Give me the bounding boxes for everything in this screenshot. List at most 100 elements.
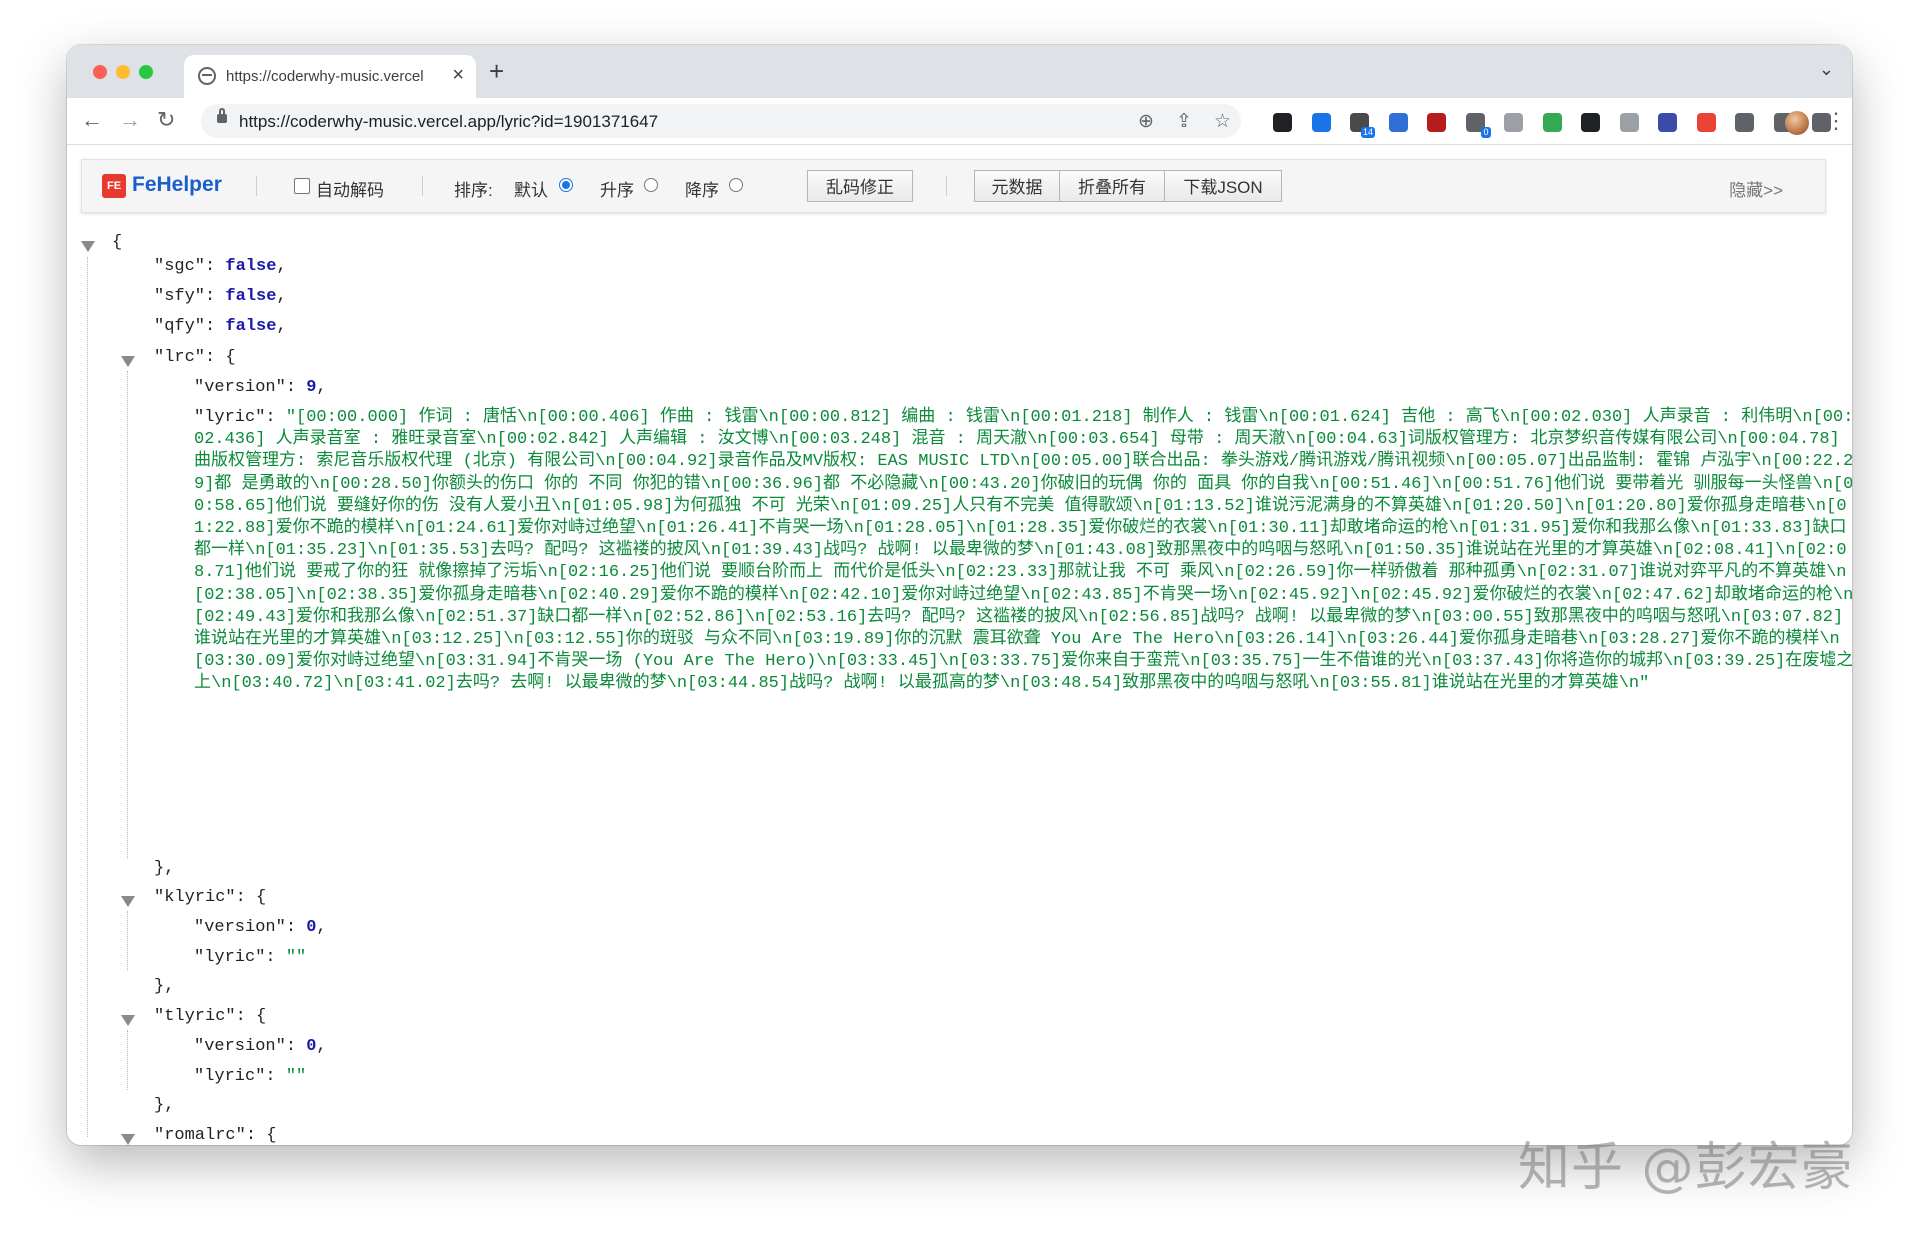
json-open-brace: {	[112, 233, 123, 252]
tab-strip: https://coderwhy-music.vercel × + ⌄	[67, 45, 1852, 98]
divider	[422, 176, 423, 196]
ext-12-icon[interactable]	[1696, 113, 1716, 132]
collapse-toggle-icon[interactable]	[121, 1134, 135, 1145]
lock-icon[interactable]	[217, 108, 227, 123]
json-line-klyric-lyric: "lyric": ""	[194, 946, 306, 970]
ext-4-icon[interactable]	[1388, 113, 1408, 132]
auto-decode-checkbox[interactable]	[294, 178, 310, 194]
json-key: "lyric":	[194, 1067, 286, 1086]
ext-1-icon[interactable]	[1273, 113, 1292, 132]
fehelper-logo-text: FeHelper	[132, 173, 222, 196]
ext-5-icon[interactable]	[1427, 113, 1446, 132]
indent-guide	[127, 371, 128, 859]
browser-tab[interactable]: https://coderwhy-music.vercel ×	[184, 55, 476, 98]
metadata-button[interactable]: 元数据	[974, 170, 1060, 202]
collapse-toggle-icon[interactable]	[121, 356, 135, 367]
json-line-lrc-lyric: "lyric": "[00:00.000] 作词 : 唐恬\n[00:00.40…	[194, 407, 1852, 696]
json-key: "version":	[194, 378, 307, 397]
share-icon[interactable]: ⇪	[1176, 110, 1192, 133]
address-bar[interactable]: https://coderwhy-music.vercel.app/lyric?…	[201, 104, 1241, 138]
download-json-button[interactable]: 下载JSON	[1164, 170, 1282, 202]
extension-badge: 0	[1481, 127, 1491, 138]
back-button[interactable]: ←	[81, 106, 103, 134]
close-window-button[interactable]	[93, 65, 107, 79]
json-comma: ,	[276, 257, 287, 276]
json-close-lrc: },	[154, 859, 175, 878]
ext-9-icon[interactable]	[1581, 113, 1600, 132]
json-key: "sfy":	[154, 287, 226, 306]
browser-toolbar: ← → ↻ https://coderwhy-music.vercel.app/…	[67, 98, 1852, 145]
divider	[256, 176, 257, 196]
json-line-tlyric: "tlyric": {	[154, 1007, 267, 1026]
sort-label: 排序:	[454, 181, 493, 200]
json-line-lrc: "lrc": {	[154, 348, 236, 367]
globe-icon	[198, 67, 216, 85]
browser-window: https://coderwhy-music.vercel × + ⌄ ← → …	[67, 45, 1852, 1145]
sort-desc-label[interactable]: 降序	[685, 176, 719, 201]
json-value: false	[225, 317, 277, 336]
indent-guide	[87, 257, 88, 1137]
maximize-window-button[interactable]	[139, 65, 153, 79]
reload-button[interactable]: ↻	[157, 106, 175, 134]
json-comma: ,	[316, 378, 327, 397]
json-value: ""	[285, 1067, 307, 1086]
sort-asc-label[interactable]: 升序	[600, 176, 634, 201]
url-text[interactable]: https://coderwhy-music.vercel.app/lyric?…	[239, 112, 658, 132]
tab-title: https://coderwhy-music.vercel	[226, 68, 424, 85]
ext-10-icon[interactable]	[1619, 113, 1639, 132]
sort-asc-radio[interactable]	[644, 178, 658, 192]
fehelper-toolbar: FE FeHelper 自动解码 排序: 默认 升序 降序 乱码修正 元数据 折…	[81, 159, 1826, 213]
tab-search-icon[interactable]: ⌄	[1819, 59, 1834, 80]
fix-garbled-button[interactable]: 乱码修正	[807, 170, 913, 202]
json-comma: ,	[276, 317, 287, 336]
json-value: 9	[306, 378, 317, 397]
json-key: "qfy":	[154, 317, 226, 336]
sort-default-label[interactable]: 默认	[514, 176, 548, 201]
zoom-icon[interactable]: ⊕	[1138, 110, 1154, 133]
watermark: 知乎 @彭宏豪	[1518, 1138, 1854, 1198]
ext-8-icon[interactable]	[1542, 113, 1562, 132]
json-line-tlyric-lyric: "lyric": ""	[194, 1065, 306, 1089]
hide-toolbar-link[interactable]: 隐藏>>	[1729, 176, 1783, 201]
ext-6-icon[interactable]: 0	[1465, 113, 1491, 138]
new-tab-button[interactable]: +	[489, 58, 504, 84]
json-key: "lyric":	[194, 408, 286, 427]
ext-11-icon[interactable]	[1658, 113, 1677, 132]
indent-guide	[127, 911, 128, 971]
close-tab-icon[interactable]: ×	[452, 64, 464, 87]
json-key: "version":	[194, 1037, 307, 1056]
auto-decode-label[interactable]: 自动解码	[316, 176, 384, 201]
json-value: ""	[285, 948, 307, 967]
json-key: "lyric":	[194, 948, 286, 967]
json-line-klyric: "klyric": {	[154, 888, 267, 907]
menu-kebab-icon[interactable]: ⋮	[1825, 108, 1847, 134]
json-close-tlyric: },	[154, 1096, 175, 1115]
profile-avatar[interactable]	[1785, 111, 1809, 135]
json-line-lrc-version: "version": 9,	[194, 376, 327, 400]
indent-guide	[127, 1030, 128, 1090]
json-comma: ,	[316, 1037, 327, 1056]
json-key: "version":	[194, 918, 307, 937]
lyric-string-value: "[00:00.000] 作词 : 唐恬\n[00:00.406] 作曲 : 钱…	[194, 408, 1852, 694]
ext-3-icon[interactable]: 14	[1350, 113, 1375, 138]
sort-default-radio[interactable]	[559, 178, 573, 192]
collapse-all-button[interactable]: 折叠所有	[1059, 170, 1165, 202]
collapse-toggle-icon[interactable]	[121, 896, 135, 907]
json-value: false	[225, 257, 277, 276]
extension-badge: 14	[1360, 127, 1375, 138]
json-line-klyric-version: "version": 0,	[194, 916, 327, 940]
json-line-romalrc: "romalrc": {	[154, 1126, 277, 1145]
json-line-sgc: "sgc": false,	[154, 255, 287, 279]
json-line-tlyric-version: "version": 0,	[194, 1035, 327, 1059]
collapse-toggle-icon[interactable]	[81, 241, 95, 252]
sort-desc-radio[interactable]	[729, 178, 743, 192]
ext-2-icon[interactable]	[1311, 113, 1331, 132]
forward-button[interactable]: →	[119, 106, 141, 134]
json-line-qfy: "qfy": false,	[154, 315, 287, 339]
ext-13-icon[interactable]	[1735, 113, 1754, 132]
bookmark-star-icon[interactable]: ☆	[1214, 110, 1231, 133]
ext-7-icon[interactable]	[1504, 113, 1523, 132]
minimize-window-button[interactable]	[116, 65, 130, 79]
json-comma: ,	[316, 918, 327, 937]
collapse-toggle-icon[interactable]	[121, 1015, 135, 1026]
